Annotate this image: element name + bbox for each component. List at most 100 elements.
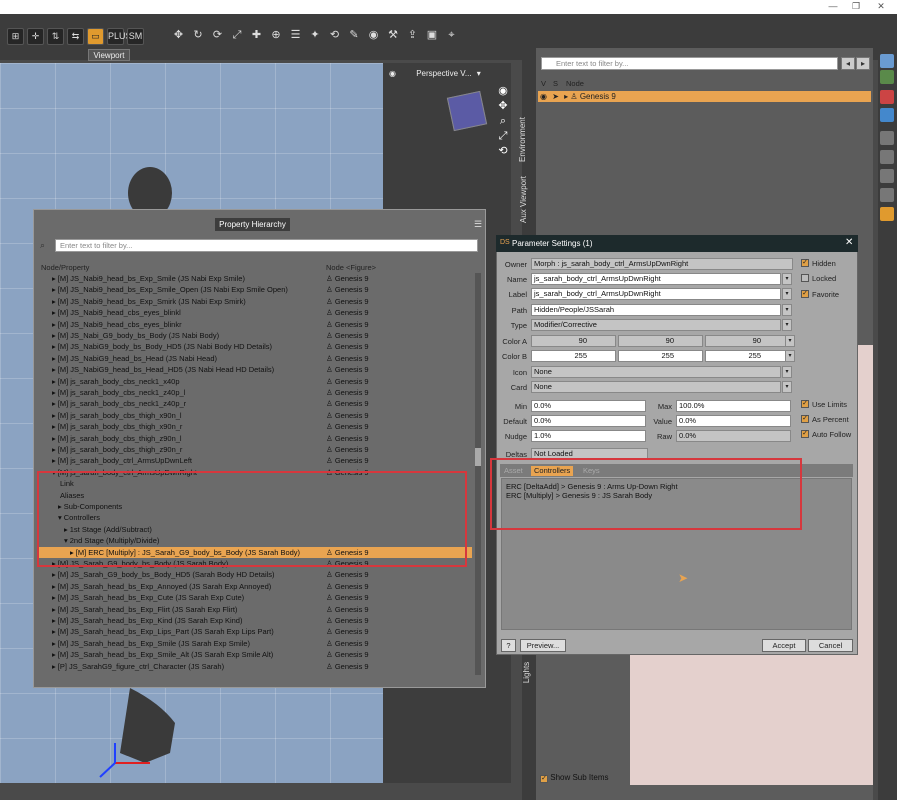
expand-arrow-icon[interactable]: ▸ — [52, 354, 56, 363]
tool-icon-11[interactable]: ◉ — [365, 28, 382, 45]
expand-arrow-icon[interactable]: ▸ — [52, 308, 56, 317]
expand-arrow-icon[interactable]: ▸ — [52, 605, 56, 614]
property-row[interactable]: ▸ [M] JS_NabiG9_body_bs_Body_HD5 (JS Nabi… — [37, 341, 472, 352]
frame-icon[interactable]: ⤢ — [496, 129, 510, 143]
type-dropdown-button[interactable]: ▾ — [782, 319, 792, 331]
expand-arrow-icon[interactable]: ▸ — [52, 320, 56, 329]
expand-arrow-icon[interactable]: ▸ — [564, 92, 568, 101]
tool-icon-7[interactable]: ☰ — [287, 28, 304, 45]
tool-icon-13[interactable]: ⇪ — [404, 28, 421, 45]
hidden-checkbox[interactable]: ✓ — [801, 259, 809, 267]
default-field[interactable]: 0.0% — [531, 415, 646, 427]
icon-field[interactable]: None — [531, 366, 781, 378]
property-row[interactable]: ▸ [M] JS_NabiG9_head_bs_Head (JS Nabi Hea… — [37, 353, 472, 364]
preview-button[interactable]: Preview... — [520, 639, 566, 652]
tools-icon[interactable] — [880, 169, 894, 183]
property-row[interactable]: ▸ [M] JS_Nabi9_head_bs_Exp_Smile (JS Nabi… — [37, 273, 472, 284]
property-filter-input[interactable]: Enter text to filter by... — [55, 239, 478, 252]
tab-aux-viewport[interactable]: Aux Viewport — [519, 176, 528, 223]
expand-arrow-icon[interactable]: ▸ — [52, 297, 56, 306]
favorite-checkbox[interactable]: ✓ — [801, 290, 809, 298]
reset-view-icon[interactable]: ⟲ — [496, 144, 510, 158]
eye-icon[interactable]: ◉ — [540, 92, 547, 101]
tool-icon-1[interactable]: ✥ — [170, 28, 187, 45]
tool-icon-6[interactable]: ⊕ — [268, 28, 285, 45]
property-row[interactable]: ▸ [M] js_sarah_body_cbs_thigh_z90n_r ♙ Gen… — [37, 444, 472, 455]
label-field[interactable]: js_sarah_body_ctrl_ArmsUpDwnRight — [531, 288, 781, 300]
nudge-field[interactable]: 1.0% — [531, 430, 646, 442]
colora-channel-3[interactable]: 90 — [705, 335, 790, 347]
panel-menu-icon[interactable]: ☰ — [474, 219, 484, 229]
property-scrollbar-thumb[interactable] — [475, 448, 481, 466]
property-row[interactable]: ▸ [M] js_sarah_body_cbs_neck1_z40p_r ♙ Gen… — [37, 398, 472, 409]
expand-arrow-icon[interactable]: ▸ — [52, 331, 56, 340]
tool-icon-10[interactable]: ✎ — [346, 28, 363, 45]
tab-viewport[interactable]: Viewport — [88, 49, 130, 61]
document-icon[interactable] — [880, 150, 894, 164]
tab-lights[interactable]: Lights — [522, 662, 531, 683]
help-button[interactable]: ? — [501, 639, 516, 652]
colorb-channel-2[interactable]: 255 — [618, 350, 703, 362]
label-dropdown-button[interactable]: ▾ — [782, 288, 792, 300]
expand-arrow-icon[interactable]: ▸ — [52, 445, 56, 454]
expand-arrow-icon[interactable]: ▸ — [52, 639, 56, 648]
property-row[interactable]: ▸ [M] js_sarah_body_cbs_thigh_z90n_l ♙ Gen… — [37, 433, 472, 444]
property-row[interactable]: ▸ [M] js_sarah_body_cbs_neck1_x40p ♙ Genes… — [37, 376, 472, 387]
expand-arrow-icon[interactable]: ▸ — [52, 342, 56, 351]
filter-next-button[interactable]: ▸ — [856, 57, 870, 70]
move-button[interactable]: ✛ — [27, 28, 44, 45]
tool-icon-3[interactable]: ⟳ — [209, 28, 226, 45]
expand-arrow-icon[interactable]: ▸ — [52, 582, 56, 591]
use-limits-checkbox[interactable]: ✓ — [801, 400, 809, 408]
expand-arrow-icon[interactable]: ▸ — [52, 411, 56, 420]
filter-prev-button[interactable]: ◂ — [841, 57, 855, 70]
auto-follow-checkbox[interactable]: ✓ — [801, 430, 809, 438]
close-window-button[interactable]: ✕ — [870, 0, 892, 12]
tool-icon-9[interactable]: ⟲ — [326, 28, 343, 45]
orbit-icon[interactable]: ◉ — [496, 84, 510, 98]
scene-panel-icon[interactable] — [880, 54, 894, 68]
expand-arrow-icon[interactable]: ▸ — [52, 627, 56, 636]
folder-button[interactable]: ▭ — [87, 28, 104, 45]
view-cube[interactable] — [446, 90, 488, 132]
property-row[interactable]: ▸ [M] js_sarah_body_cbs_thigh_x90n_r ♙ Gen… — [37, 421, 472, 432]
property-row[interactable]: ▸ [M] JS_NabiG9_head_bs_Head_HD5 (JS Nabi… — [37, 364, 472, 375]
colora-channel-1[interactable]: 90 — [531, 335, 616, 347]
tool-icon-8[interactable]: ✦ — [307, 28, 324, 45]
close-icon[interactable]: ✕ — [845, 237, 853, 248]
expand-arrow-icon[interactable]: ▸ — [52, 285, 56, 294]
expand-arrow-icon[interactable]: ▸ — [52, 365, 56, 374]
expand-arrow-icon[interactable]: ▸ — [52, 650, 56, 659]
scene-node-genesis9[interactable]: ◉ ➤ ▸ ♙ Genesis 9 — [538, 91, 871, 102]
pan-icon[interactable]: ✥ — [496, 99, 510, 113]
zoom-icon[interactable]: ⌕ — [496, 114, 510, 128]
card-dropdown-button[interactable]: ▾ — [782, 381, 792, 393]
expand-arrow-icon[interactable]: ▸ — [52, 662, 56, 671]
tool-icon-4[interactable]: ⤢ — [229, 28, 246, 45]
expand-arrow-icon[interactable]: ▸ — [52, 377, 56, 386]
plus-button[interactable]: PLUS — [107, 28, 132, 45]
expand-arrow-icon[interactable]: ▸ — [52, 456, 56, 465]
colorb-channel-3[interactable]: 255 — [705, 350, 790, 362]
scene-filter-input[interactable]: Enter text to filter by... — [541, 57, 838, 70]
property-row[interactable]: ▸ [M] JS_Sarah_head_bs_Exp_Kind (JS Sarah… — [37, 615, 472, 626]
min-field[interactable]: 0.0% — [531, 400, 646, 412]
cancel-button[interactable]: Cancel — [808, 639, 853, 652]
property-row[interactable]: ▸ [M] JS_Nabi_G9_body_bs_Body (JS Nabi Bo… — [37, 330, 472, 341]
colora-channel-2[interactable]: 90 — [618, 335, 703, 347]
expand-arrow-icon[interactable]: ▸ — [52, 274, 56, 283]
property-row[interactable]: ▸ [M] JS_Sarah_head_bs_Exp_Flirt (JS Sara… — [37, 604, 472, 615]
locked-checkbox[interactable] — [801, 274, 809, 282]
expand-arrow-icon[interactable]: ▸ — [52, 434, 56, 443]
accept-button[interactable]: Accept — [762, 639, 806, 652]
name-field[interactable]: js_sarah_body_ctrl_ArmsUpDwnRight — [531, 273, 781, 285]
tool-icon-5[interactable]: ✚ — [248, 28, 265, 45]
tool-icon-14[interactable]: ▣ — [424, 28, 441, 45]
mirror-button[interactable]: ⇆ — [67, 28, 84, 45]
property-row[interactable]: ▸ [M] js_sarah_body_ctrl_ArmsUpDwnLeft ♙ G… — [37, 455, 472, 466]
color-palette-icon[interactable] — [880, 90, 894, 104]
parameters-icon[interactable] — [880, 207, 894, 221]
expand-arrow-icon[interactable]: ▸ — [52, 388, 56, 397]
property-row[interactable]: ▸ [M] JS_Nabi9_head_bs_Exp_Smirk (JS Nabi… — [37, 296, 472, 307]
expand-arrow-icon[interactable]: ▸ — [52, 593, 56, 602]
